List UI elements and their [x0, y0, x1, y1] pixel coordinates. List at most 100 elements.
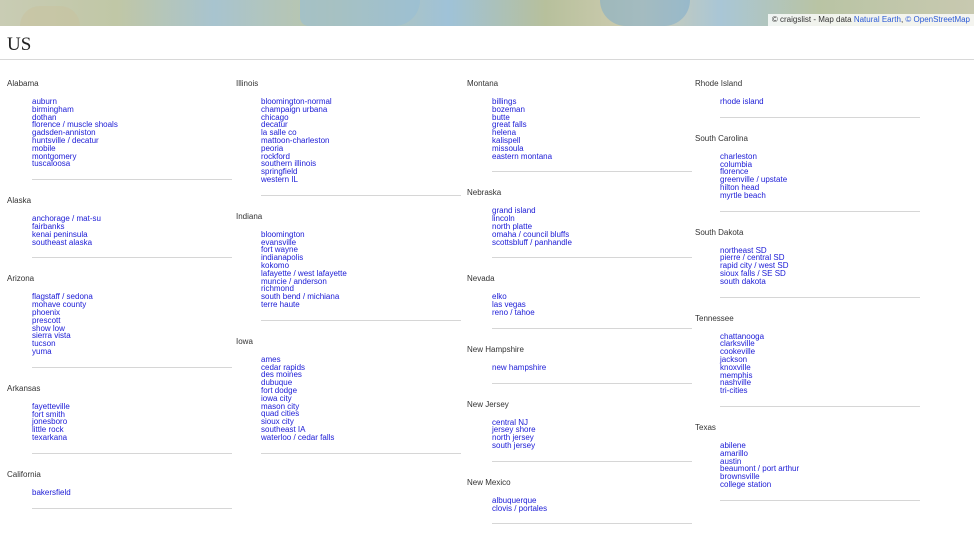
state-heading: New Jersey — [467, 399, 509, 409]
city-list: abilene amarillo austin beaumont / port art… — [695, 442, 920, 489]
city-link[interactable]: tuscaloosa — [32, 160, 232, 168]
city-link[interactable]: mohave county — [32, 301, 232, 309]
city-link[interactable]: birmingham — [32, 105, 232, 114]
state-heading: South Carolina — [695, 133, 748, 143]
state-section: California bakersfield — [7, 470, 232, 509]
city-link[interactable]: south jersey — [492, 442, 692, 450]
city-link[interactable]: nashville — [720, 379, 920, 387]
city-link[interactable]: albuquerque — [492, 496, 692, 505]
state-divider — [32, 257, 232, 259]
city-link[interactable]: rhode island — [720, 98, 920, 106]
city-link[interactable]: eastern montana — [492, 152, 692, 161]
region-map[interactable]: © craigslist - Map data Natural Earth, ©… — [0, 0, 974, 26]
state-heading: Nevada — [467, 274, 495, 284]
state-heading: Montana — [467, 79, 499, 88]
city-link[interactable]: western IL — [261, 176, 461, 184]
state-heading: Arizona — [7, 274, 35, 284]
natural-earth-link[interactable]: Natural Earth — [854, 15, 901, 24]
city-link[interactable]: amarillo — [720, 449, 920, 458]
state-divider — [720, 405, 920, 407]
city-link[interactable]: southeast alaska — [32, 238, 232, 247]
state-column-2: Illinois bloomington-normal champaign urba… — [236, 79, 461, 470]
state-divider — [492, 257, 692, 259]
city-link[interactable]: peoria — [261, 144, 461, 153]
city-link[interactable]: myrtle beach — [720, 191, 920, 200]
city-list: rhode island — [695, 98, 920, 106]
state-divider — [261, 452, 461, 454]
city-list: grand island lincoln north platte omaha / c… — [467, 207, 692, 246]
city-list: anchorage / mat-su fairbanks kenai peninsu… — [7, 215, 232, 246]
state-divider — [261, 319, 461, 321]
city-link[interactable]: huntsville / decatur — [32, 137, 232, 145]
state-heading: Tennessee — [695, 313, 734, 323]
state-section: Alabama auburn birmingham dothan florence / … — [7, 79, 232, 181]
city-link[interactable]: terre haute — [261, 301, 461, 309]
state-heading: New Hampshire — [467, 344, 524, 354]
state-divider — [32, 179, 232, 181]
city-link[interactable]: grand island — [492, 207, 692, 215]
state-heading: Rhode Island — [695, 79, 743, 88]
state-divider — [32, 507, 232, 509]
state-divider — [32, 366, 232, 368]
map-water-area — [600, 0, 690, 26]
city-list: central NJ jersey shore north jersey south … — [467, 418, 692, 450]
city-link[interactable]: chicago — [261, 113, 461, 122]
city-link[interactable]: bakersfield — [32, 488, 232, 497]
city-link[interactable]: new hampshire — [492, 363, 692, 372]
openstreetmap-link[interactable]: © OpenStreetMap — [905, 15, 970, 24]
city-link[interactable]: texarkana — [32, 434, 232, 442]
map-water-area — [300, 0, 420, 26]
city-link[interactable]: reno / tahoe — [492, 309, 692, 317]
city-link[interactable]: cookeville — [720, 348, 920, 356]
state-section: Nebraska grand island lincoln north platte o… — [467, 188, 692, 259]
city-link[interactable]: south dakota — [720, 277, 920, 286]
city-list: charleston columbia florence greenville / u… — [695, 152, 920, 200]
state-section: Arkansas fayetteville fort smith jonesboro l… — [7, 384, 232, 454]
state-section: New Mexico albuquerque clovis / portales — [467, 478, 692, 525]
state-section: Texas abilene amarillo austin beaumont / por… — [695, 423, 920, 501]
state-divider — [32, 452, 232, 454]
state-divider — [492, 327, 692, 329]
state-heading: Indiana — [236, 211, 263, 221]
city-link[interactable]: waterloo / cedar falls — [261, 433, 461, 442]
state-divider — [492, 171, 692, 173]
city-list: fayetteville fort smith jonesboro little ro… — [7, 402, 232, 442]
state-heading: Texas — [695, 422, 716, 432]
city-list: flagstaff / sedona mohave county phoenix pr… — [7, 293, 232, 355]
city-link[interactable]: yuma — [32, 348, 232, 356]
city-link[interactable]: college station — [720, 481, 920, 489]
city-link[interactable]: clovis / portales — [492, 504, 692, 513]
state-column-4: Rhode Island rhode island South Carolina ch… — [695, 79, 920, 517]
city-link[interactable]: helena — [492, 129, 692, 137]
city-link[interactable]: tri-cities — [720, 387, 920, 395]
attribution-text: © craigslist - Map data — [771, 15, 854, 24]
city-list: ames cedar rapids des moines dubuque fort do… — [236, 355, 461, 442]
page-title: US — [7, 34, 32, 55]
city-list: new hampshire — [467, 363, 692, 372]
city-link[interactable]: champaign urbana — [261, 105, 461, 114]
city-link[interactable]: sierra vista — [32, 332, 232, 340]
state-section: Tennessee chattanooga clarksville cookevill… — [695, 314, 920, 407]
state-divider — [720, 116, 920, 118]
city-link[interactable]: tucson — [32, 340, 232, 348]
city-list: bloomington evansville fort wayne indianapo… — [236, 230, 461, 309]
state-heading: Arkansas — [7, 383, 41, 393]
state-section: Iowa ames cedar rapids des moines dubuque for… — [236, 337, 461, 454]
state-section: Illinois bloomington-normal champaign urba… — [236, 79, 461, 196]
city-link[interactable]: great falls — [492, 121, 692, 129]
city-link[interactable]: indianapolis — [261, 254, 461, 262]
city-link[interactable]: phoenix — [32, 309, 232, 317]
state-divider — [720, 499, 920, 501]
city-link[interactable]: abilene — [720, 442, 920, 450]
city-link[interactable]: bozeman — [492, 105, 692, 114]
state-divider — [492, 382, 692, 384]
city-list: chattanooga clarksville cookeville jackson k… — [695, 332, 920, 395]
state-section: South Dakota northeast SD pierre / central… — [695, 228, 920, 298]
state-section: New Hampshire new hampshire — [467, 345, 692, 384]
state-section: Arizona flagstaff / sedona mohave county ph… — [7, 274, 232, 368]
map-attribution: © craigslist - Map data Natural Earth, ©… — [767, 14, 974, 26]
state-heading: California — [7, 469, 41, 479]
city-link[interactable]: scottsbluff / panhandle — [492, 238, 692, 247]
city-link[interactable]: mattoon-charleston — [261, 137, 461, 145]
city-link[interactable]: columbia — [720, 160, 920, 169]
